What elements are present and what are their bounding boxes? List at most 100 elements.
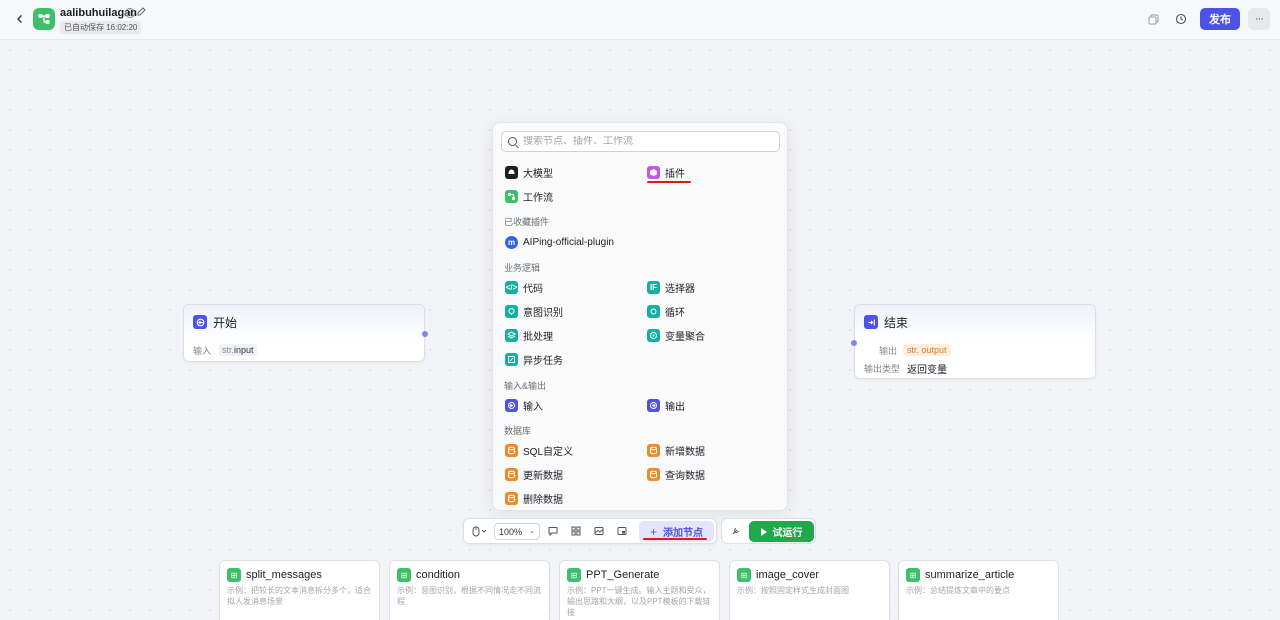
node-item-loop[interactable]: 循环 [647, 304, 685, 319]
node-item-label: 更新数据 [523, 470, 563, 482]
node-item-workflow[interactable]: 工作流 [505, 189, 553, 204]
workflow-desc: 示例：PPT一键生成。输入主题和受众，输出思路和大纲，以及PPT模板的下载链接 [567, 586, 711, 617]
zoom-select[interactable]: 100% ⌄ [494, 523, 540, 540]
selector-icon: IF [647, 280, 660, 294]
output-name: output [921, 345, 947, 355]
db-section-title: 数据库 [504, 426, 532, 436]
node-item-output[interactable]: 输出 [647, 398, 685, 413]
io-section-title: 输入&输出 [504, 381, 547, 391]
llm-icon [505, 165, 518, 179]
plugin-icon [647, 165, 660, 179]
edit-icon[interactable] [137, 7, 146, 19]
node-item-plugin[interactable]: 插件 [647, 165, 685, 180]
node-item-label: 大模型 [523, 168, 553, 180]
run-toolbar: 试运行 [721, 518, 816, 544]
node-item-label: 删除数据 [523, 494, 563, 506]
workflow-icon: ⊞ [906, 568, 920, 582]
favorite-plugin-label: AIPing-official-plugin [523, 236, 614, 248]
node-item-code[interactable]: </> 代码 [505, 280, 543, 295]
minimap-icon[interactable] [593, 525, 605, 537]
node-item-sql[interactable]: SQL自定义 [505, 443, 574, 458]
autosave-status: 已自动保存 16:02:20 [60, 21, 142, 34]
history-icon[interactable] [1173, 11, 1189, 27]
end-output-tag: str. output [903, 344, 951, 356]
node-item-label: SQL自定义 [523, 446, 574, 458]
variable-merge-icon [647, 328, 660, 342]
intent-icon [505, 304, 518, 318]
node-item-update-data[interactable]: 更新数据 [505, 467, 563, 482]
start-node[interactable]: 开始 输入 str.input [183, 304, 428, 362]
input-type: str. [222, 345, 235, 355]
batch-icon [505, 328, 518, 342]
end-node-header: 结束 [855, 305, 1095, 339]
end-output-type-row: 输出类型 返回变量 [855, 359, 1095, 377]
node-item-label: 变量聚合 [665, 331, 705, 343]
workflow-card[interactable]: ⊞ image_cover 示例：按照固定样式生成封面图 [729, 560, 890, 620]
canvas-toolbar: 100% ⌄ + 添加节点 [463, 518, 717, 544]
fit-view-icon[interactable] [616, 525, 628, 537]
node-item-label: 批处理 [523, 331, 553, 343]
node-item-label: 选择器 [665, 283, 695, 295]
end-node-title: 结束 [884, 315, 909, 330]
node-item-label: 输出 [665, 401, 685, 413]
node-search-input[interactable] [523, 136, 763, 147]
header-bar: aalibuhuilagan i 已自动保存 16:02:20 发布 ··· [0, 0, 1280, 40]
node-item-label: 代码 [523, 283, 543, 295]
favorite-plugin-item[interactable]: m AIPing-official-plugin [505, 235, 614, 249]
node-item-async[interactable]: 异步任务 [505, 352, 563, 367]
node-item-intent[interactable]: 意图识别 [505, 304, 563, 319]
input-name: input [234, 345, 254, 355]
workflow-card[interactable]: ⊞ split_messages 示例：把较长的文本消息拆分多个，适合拟人发消息场… [219, 560, 380, 620]
workflow-icon: ⊞ [227, 568, 241, 582]
workflow-card[interactable]: ⊞ summarize_article 示例：总结提炼文章中的要点 [898, 560, 1059, 620]
play-icon [760, 527, 767, 536]
node-item-llm[interactable]: 大模型 [505, 165, 553, 180]
start-node-input-row: 输入 str.input [184, 341, 424, 359]
node-search-box[interactable] [501, 131, 780, 152]
back-arrow-icon[interactable] [12, 11, 28, 27]
debug-tool-icon[interactable] [730, 525, 742, 537]
node-item-variable-merge[interactable]: 变量聚合 [647, 328, 705, 343]
publish-button[interactable]: 发布 [1200, 8, 1240, 30]
info-icon[interactable]: i [125, 8, 135, 18]
more-button[interactable]: ··· [1248, 8, 1270, 30]
run-label: 试运行 [772, 528, 803, 539]
aiping-plugin-icon: m [505, 235, 518, 249]
start-input-label: 输入 [193, 345, 212, 356]
end-output-row: 输出 str. output [855, 341, 1095, 359]
copy-icon[interactable] [1145, 11, 1161, 27]
node-item-delete-data[interactable]: 删除数据 [505, 491, 563, 506]
workflow-card[interactable]: ⊞ condition 示例：意图识别，根据不同情况走不同流程 [389, 560, 550, 620]
workflow-icon: ⊞ [397, 568, 411, 582]
node-item-batch[interactable]: 批处理 [505, 328, 553, 343]
node-item-selector[interactable]: IF 选择器 [647, 280, 695, 295]
layout-icon[interactable] [570, 525, 582, 537]
end-input-port[interactable] [851, 340, 857, 346]
search-icon [508, 137, 517, 146]
start-input-tag: str.input [219, 344, 257, 356]
add-node-popover: 大模型 插件 工作流 已收藏插件 m AIPing-official-plugi… [492, 122, 788, 511]
favorites-section-title: 已收藏插件 [504, 217, 550, 227]
start-output-port[interactable] [422, 331, 428, 337]
start-node-title: 开始 [213, 315, 238, 330]
end-output-label: 输出 [879, 345, 898, 356]
workflow-icon: ⊞ [567, 568, 581, 582]
workflow-card[interactable]: ⊞ PPT_Generate 示例：PPT一键生成。输入主题和受众，输出思路和大纲… [559, 560, 720, 620]
workflow-desc: 示例：把较长的文本消息拆分多个，适合拟人发消息场景 [227, 586, 371, 606]
end-node[interactable]: 结束 输出 str. output 输出类型 返回变量 [851, 304, 1096, 379]
async-task-icon [505, 352, 518, 366]
node-item-label: 循环 [665, 307, 685, 319]
code-icon: </> [505, 280, 518, 294]
node-item-insert-data[interactable]: 新增数据 [647, 443, 705, 458]
comment-icon[interactable] [547, 525, 559, 537]
mouse-mode-icon[interactable] [470, 525, 490, 537]
test-run-button[interactable]: 试运行 [749, 521, 814, 542]
output-type-label: 输出类型 [864, 363, 901, 374]
node-item-input[interactable]: 输入 [505, 398, 543, 413]
node-item-query-data[interactable]: 查询数据 [647, 467, 705, 482]
add-node-label: 添加节点 [663, 528, 703, 539]
node-item-label: 异步任务 [523, 355, 563, 367]
database-edit-icon [505, 467, 518, 481]
workflow-name: image_cover [756, 569, 819, 581]
workflow-desc: 示例：意图识别，根据不同情况走不同流程 [397, 586, 541, 606]
